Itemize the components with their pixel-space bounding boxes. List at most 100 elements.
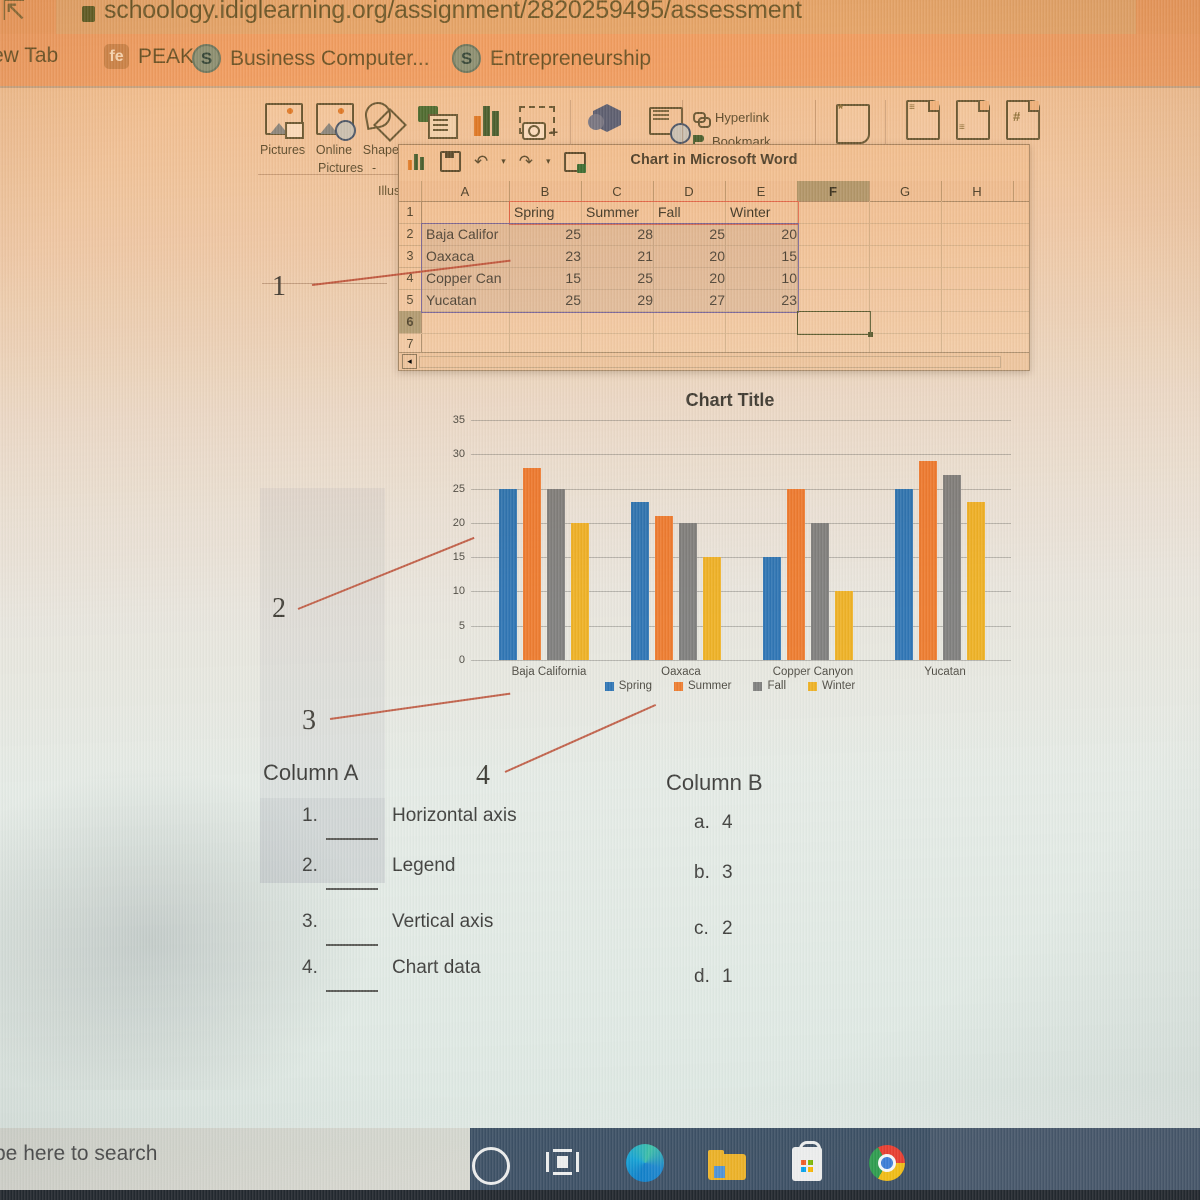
match-option-a-letter: a. [694,812,710,833]
bookmark-label: Business Computer... [230,46,430,70]
row-header-2[interactable]: 2 [399,223,422,246]
chart-data-spreadsheet-window[interactable]: ↶ ▾ ↷ ▾ Chart in Microsoft Word A B C D [398,144,1030,371]
footer-icon: ≡ [950,100,994,140]
ribbon-footer-button[interactable]: ≡ [950,100,994,140]
bar-baja-fall[interactable] [547,488,565,660]
active-cell-f6[interactable] [797,311,873,337]
legend-label: Summer [688,680,732,692]
cortana-icon[interactable] [470,1142,512,1185]
match-option-a-value: 4 [722,812,733,833]
chrome-icon[interactable] [866,1142,908,1184]
bookmark-peak[interactable]: fe PEAK [104,44,194,69]
chart-legend[interactable]: Spring Summer Fall Winter [435,680,1025,692]
match-item-2-blank[interactable] [326,888,378,890]
bar-oaxaca-fall[interactable] [679,522,697,660]
microsoft-store-icon[interactable] [786,1141,828,1184]
ribbon-online-pictures-button[interactable]: Online [312,100,356,157]
taskbar-right-section [930,1128,1200,1194]
task-view-icon[interactable] [542,1142,584,1184]
taskbar-search-area[interactable]: pe here to search [0,1128,470,1190]
column-header-e[interactable]: E [725,181,798,201]
column-header-a[interactable]: A [421,181,510,201]
scroll-thumb[interactable] [419,356,1001,368]
bar-yucatan-spring[interactable] [895,488,913,660]
edge-icon[interactable] [624,1142,666,1184]
chart-object[interactable]: Chart Title 35 30 25 20 15 10 5 0 Baja C… [435,388,1025,718]
match-item-3-number: 3. [302,911,318,932]
ribbon-header-button[interactable]: ≡ [900,100,944,140]
column-header-b[interactable]: B [509,181,582,201]
bar-oaxaca-winter[interactable] [703,557,721,660]
pictures-icon [261,100,305,140]
address-bar-url[interactable]: schoology.idiglearning.org/assignment/28… [104,0,802,25]
bar-copper-fall[interactable] [811,522,829,660]
new-comment-icon: * [832,101,876,144]
bar-yucatan-summer[interactable] [919,461,937,660]
match-item-4-blank[interactable] [326,990,378,992]
y-tick-35: 35 [452,414,465,426]
ribbon-chart-button[interactable] [466,102,510,142]
screenshot-icon: + [515,102,559,142]
column-header-c[interactable]: C [581,181,654,201]
bar-baja-summer[interactable] [523,468,541,660]
column-header-f[interactable]: F [797,181,870,201]
row-header-1[interactable]: 1 [399,201,422,224]
legend-item-winter[interactable]: Winter [808,680,855,692]
match-item-1-blank[interactable] [326,838,378,840]
bar-copper-summer[interactable] [787,488,805,660]
match-item-2-number: 2. [302,855,318,876]
legend-swatch [753,681,763,691]
row-header-3[interactable]: 3 [399,245,422,268]
match-item-4-number: 4. [302,957,318,978]
sheet-title-bar: ↶ ▾ ↷ ▾ Chart in Microsoft Word [399,145,1029,181]
bar-oaxaca-spring[interactable] [631,502,649,660]
chart-title[interactable]: Chart Title [435,390,1025,411]
ribbon-hyperlink-button[interactable]: Hyperlink [693,110,769,128]
annotation-number-1: 1 [272,271,286,302]
bar-baja-winter[interactable] [571,522,589,660]
annotation-number-3: 3 [302,705,316,736]
bar-yucatan-winter[interactable] [967,502,985,660]
file-explorer-icon[interactable] [706,1142,748,1184]
select-all-corner[interactable] [399,181,422,201]
column-header-g[interactable]: G [869,181,942,201]
spreadsheet-grid[interactable]: A B C D E F G H 1 2 3 4 5 6 7 Spring Sum… [399,181,1029,356]
3d-model-icon [585,100,629,140]
ribbon-smartart-button[interactable] [415,102,459,142]
column-header-d[interactable]: D [653,181,726,201]
scroll-left-arrow-icon[interactable]: ◂ [402,354,417,369]
ribbon-pictures-button[interactable]: Pictures [260,100,305,157]
x-tick-oaxaca: Oaxaca [661,666,701,678]
legend-item-spring[interactable]: Spring [604,680,652,692]
ribbon-screenshot-button[interactable]: + [515,102,559,142]
ribbon-comment-button[interactable]: * [832,101,876,144]
shapes-dropdown-caret[interactable]: - [372,161,376,175]
match-item-3-blank[interactable] [326,944,378,946]
ribbon-3d-model-button[interactable] [585,100,629,140]
ribbon-page-number-button[interactable]: # [1000,100,1044,140]
taskbar-search-text[interactable]: pe here to search [0,1142,157,1166]
column-a-header: Column A [263,760,359,785]
sheet-horizontal-scrollbar[interactable]: ◂ [399,352,1029,370]
back-arrow-icon[interactable]: ⇱ [2,0,25,27]
bar-yucatan-fall[interactable] [943,474,961,660]
bar-copper-winter[interactable] [835,591,853,660]
match-option-d-letter: d. [694,966,710,987]
bar-baja-spring[interactable] [499,488,517,660]
legend-swatch [808,681,817,691]
row-header-6[interactable]: 6 [399,311,422,334]
bar-copper-spring[interactable] [763,557,781,660]
bar-oaxaca-summer[interactable] [655,516,673,660]
legend-item-summer[interactable]: Summer [674,680,731,692]
schoology-favicon: S [452,44,481,73]
matching-exercise: Column A Column B 1. Horizontal axis 2. … [0,760,1200,1040]
chain-icon [693,111,711,128]
column-header-h[interactable]: H [941,181,1014,201]
row-header-5[interactable]: 5 [399,289,422,312]
bookmark-business-computer[interactable]: S Business Computer... [192,44,430,73]
y-tick-25: 25 [452,482,465,495]
bookmark-entrepreneurship[interactable]: S Entrepreneurship [452,44,651,73]
legend-item-fall[interactable]: Fall [753,680,786,692]
bookmark-new-tab[interactable]: ew Tab [0,44,58,68]
ribbon-item-label: Online [315,143,353,157]
